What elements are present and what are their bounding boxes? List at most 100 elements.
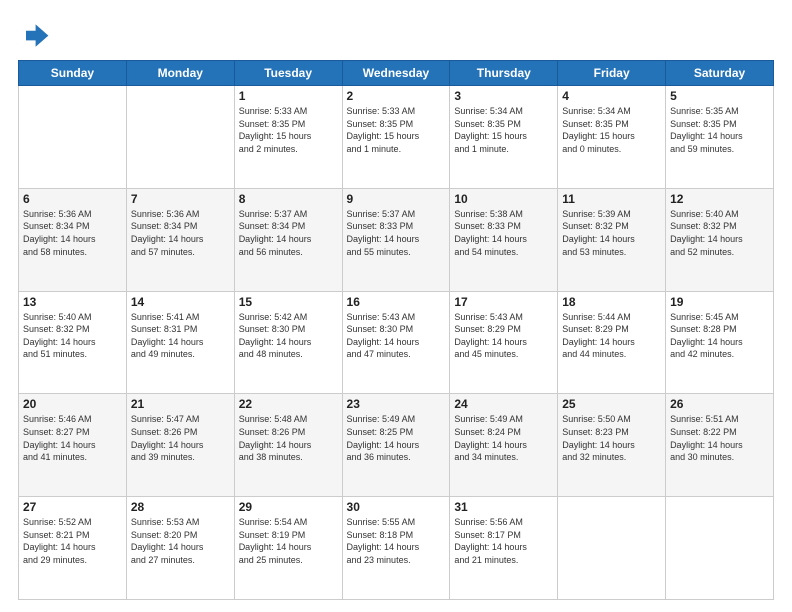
calendar-cell: 21 Sunrise: 5:47 AM Sunset: 8:26 PM Dayli… [126,394,234,497]
day-info: Sunrise: 5:39 AM Sunset: 8:32 PM Dayligh… [562,208,661,258]
calendar-cell: 24 Sunrise: 5:49 AM Sunset: 8:24 PM Dayli… [450,394,558,497]
day-info: Sunrise: 5:44 AM Sunset: 8:29 PM Dayligh… [562,311,661,361]
calendar-cell: 22 Sunrise: 5:48 AM Sunset: 8:26 PM Dayli… [234,394,342,497]
day-number: 11 [562,192,661,206]
day-info: Sunrise: 5:33 AM Sunset: 8:35 PM Dayligh… [239,105,338,155]
calendar-week-3: 13 Sunrise: 5:40 AM Sunset: 8:32 PM Dayli… [19,291,774,394]
calendar-cell: 28 Sunrise: 5:53 AM Sunset: 8:20 PM Dayli… [126,497,234,600]
calendar-cell: 12Sunrise: 5:40 AM Sunset: 8:32 PM Dayli… [666,188,774,291]
day-number: 21 [131,397,230,411]
calendar-week-2: 6 Sunrise: 5:36 AM Sunset: 8:34 PM Daylig… [19,188,774,291]
day-number: 8 [239,192,338,206]
day-info: Sunrise: 5:47 AM Sunset: 8:26 PM Dayligh… [131,413,230,463]
calendar-cell: 5 Sunrise: 5:35 AM Sunset: 8:35 PM Daylig… [666,86,774,189]
calendar-cell: 4 Sunrise: 5:34 AM Sunset: 8:35 PM Daylig… [558,86,666,189]
calendar-cell: 9 Sunrise: 5:37 AM Sunset: 8:33 PM Daylig… [342,188,450,291]
day-number: 18 [562,295,661,309]
day-number: 25 [562,397,661,411]
calendar-cell: 3 Sunrise: 5:34 AM Sunset: 8:35 PM Daylig… [450,86,558,189]
day-number: 31 [454,500,553,514]
calendar-cell: 13 Sunrise: 5:40 AM Sunset: 8:32 PM Dayli… [19,291,127,394]
calendar-cell: 7Sunrise: 5:36 AM Sunset: 8:34 PM Daylig… [126,188,234,291]
logo-icon [18,18,50,50]
day-info: Sunrise: 5:40 AM Sunset: 8:32 PM Dayligh… [23,311,122,361]
day-number: 5 [670,89,769,103]
day-info: Sunrise: 5:34 AM Sunset: 8:35 PM Dayligh… [454,105,553,155]
day-number: 10 [454,192,553,206]
calendar-header-row: SundayMondayTuesdayWednesdayThursdayFrid… [19,61,774,86]
day-number: 12 [670,192,769,206]
day-info: Sunrise: 5:45 AM Sunset: 8:28 PM Dayligh… [670,311,769,361]
day-info: Sunrise: 5:49 AM Sunset: 8:24 PM Dayligh… [454,413,553,463]
day-info: Sunrise: 5:48 AM Sunset: 8:26 PM Dayligh… [239,413,338,463]
day-info: Sunrise: 5:54 AM Sunset: 8:19 PM Dayligh… [239,516,338,566]
calendar-week-4: 20Sunrise: 5:46 AM Sunset: 8:27 PM Dayli… [19,394,774,497]
day-header-thursday: Thursday [450,61,558,86]
day-number: 2 [347,89,446,103]
day-number: 3 [454,89,553,103]
calendar-cell: 2Sunrise: 5:33 AM Sunset: 8:35 PM Daylig… [342,86,450,189]
day-info: Sunrise: 5:50 AM Sunset: 8:23 PM Dayligh… [562,413,661,463]
day-info: Sunrise: 5:37 AM Sunset: 8:33 PM Dayligh… [347,208,446,258]
calendar-cell: 18 Sunrise: 5:44 AM Sunset: 8:29 PM Dayli… [558,291,666,394]
calendar-table: SundayMondayTuesdayWednesdayThursdayFrid… [18,60,774,600]
calendar-cell: 25 Sunrise: 5:50 AM Sunset: 8:23 PM Dayli… [558,394,666,497]
day-info: Sunrise: 5:36 AM Sunset: 8:34 PM Dayligh… [131,208,230,258]
day-number: 6 [23,192,122,206]
calendar-cell: 19 Sunrise: 5:45 AM Sunset: 8:28 PM Dayli… [666,291,774,394]
calendar-cell: 27Sunrise: 5:52 AM Sunset: 8:21 PM Dayli… [19,497,127,600]
day-info: Sunrise: 5:46 AM Sunset: 8:27 PM Dayligh… [23,413,122,463]
day-number: 15 [239,295,338,309]
calendar-cell: 17Sunrise: 5:43 AM Sunset: 8:29 PM Dayli… [450,291,558,394]
day-number: 1 [239,89,338,103]
day-header-sunday: Sunday [19,61,127,86]
day-number: 30 [347,500,446,514]
day-number: 26 [670,397,769,411]
page: SundayMondayTuesdayWednesdayThursdayFrid… [0,0,792,612]
calendar-cell: 8 Sunrise: 5:37 AM Sunset: 8:34 PM Daylig… [234,188,342,291]
calendar-cell: 30 Sunrise: 5:55 AM Sunset: 8:18 PM Dayli… [342,497,450,600]
day-header-friday: Friday [558,61,666,86]
calendar-cell: 23 Sunrise: 5:49 AM Sunset: 8:25 PM Dayli… [342,394,450,497]
day-info: Sunrise: 5:42 AM Sunset: 8:30 PM Dayligh… [239,311,338,361]
header [18,18,774,50]
calendar-cell: 6Sunrise: 5:36 AM Sunset: 8:34 PM Daylig… [19,188,127,291]
calendar-cell: 31 Sunrise: 5:56 AM Sunset: 8:17 PM Dayli… [450,497,558,600]
day-number: 29 [239,500,338,514]
calendar-week-1: 1 Sunrise: 5:33 AM Sunset: 8:35 PM Daylig… [19,86,774,189]
calendar-cell: 14Sunrise: 5:41 AM Sunset: 8:31 PM Dayli… [126,291,234,394]
day-info: Sunrise: 5:34 AM Sunset: 8:35 PM Dayligh… [562,105,661,155]
calendar-cell: 20Sunrise: 5:46 AM Sunset: 8:27 PM Dayli… [19,394,127,497]
day-header-saturday: Saturday [666,61,774,86]
calendar-cell [19,86,127,189]
day-info: Sunrise: 5:43 AM Sunset: 8:30 PM Dayligh… [347,311,446,361]
calendar-cell: 11 Sunrise: 5:39 AM Sunset: 8:32 PM Dayli… [558,188,666,291]
day-info: Sunrise: 5:37 AM Sunset: 8:34 PM Dayligh… [239,208,338,258]
day-info: Sunrise: 5:35 AM Sunset: 8:35 PM Dayligh… [670,105,769,155]
day-info: Sunrise: 5:56 AM Sunset: 8:17 PM Dayligh… [454,516,553,566]
day-number: 23 [347,397,446,411]
day-number: 24 [454,397,553,411]
calendar-cell: 29 Sunrise: 5:54 AM Sunset: 8:19 PM Dayli… [234,497,342,600]
day-number: 27 [23,500,122,514]
calendar-week-5: 27Sunrise: 5:52 AM Sunset: 8:21 PM Dayli… [19,497,774,600]
day-number: 4 [562,89,661,103]
calendar-cell: 16Sunrise: 5:43 AM Sunset: 8:30 PM Dayli… [342,291,450,394]
calendar-cell: 1 Sunrise: 5:33 AM Sunset: 8:35 PM Daylig… [234,86,342,189]
calendar-cell: 26Sunrise: 5:51 AM Sunset: 8:22 PM Dayli… [666,394,774,497]
day-number: 28 [131,500,230,514]
day-info: Sunrise: 5:49 AM Sunset: 8:25 PM Dayligh… [347,413,446,463]
calendar-cell [666,497,774,600]
day-header-wednesday: Wednesday [342,61,450,86]
day-info: Sunrise: 5:55 AM Sunset: 8:18 PM Dayligh… [347,516,446,566]
day-number: 22 [239,397,338,411]
logo [18,18,54,50]
day-number: 19 [670,295,769,309]
day-info: Sunrise: 5:41 AM Sunset: 8:31 PM Dayligh… [131,311,230,361]
day-number: 9 [347,192,446,206]
day-info: Sunrise: 5:38 AM Sunset: 8:33 PM Dayligh… [454,208,553,258]
day-info: Sunrise: 5:53 AM Sunset: 8:20 PM Dayligh… [131,516,230,566]
calendar-cell: 15 Sunrise: 5:42 AM Sunset: 8:30 PM Dayli… [234,291,342,394]
day-header-monday: Monday [126,61,234,86]
day-number: 13 [23,295,122,309]
